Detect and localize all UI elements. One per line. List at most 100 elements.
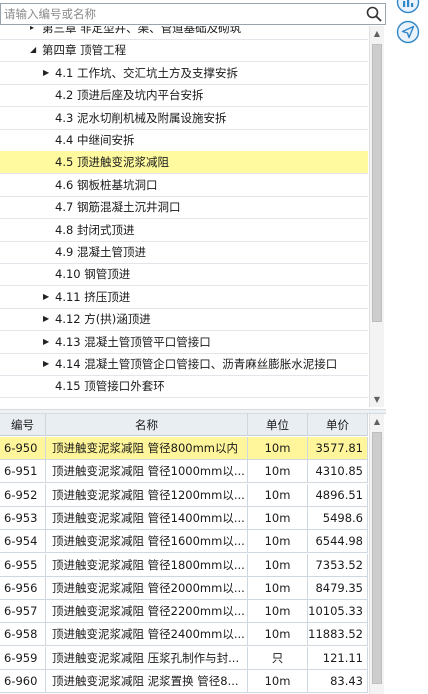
table-row[interactable]: 6-953 顶进触变泥浆减阻 管径1400mm以... 10m 5498.6 (0, 507, 368, 530)
cell-unit: 10m (248, 600, 308, 622)
cell-unit: 只 (248, 647, 308, 669)
search-box[interactable] (0, 3, 386, 25)
chart-icon[interactable] (396, 0, 420, 14)
search-icon[interactable] (365, 5, 383, 23)
tree-item[interactable]: ▶ 4.14 混凝土管顶管企口管接口、沥青麻丝膨胀水泥接口 (0, 353, 368, 375)
cell-code: 6-950 (0, 437, 46, 459)
tree-item[interactable]: ◢ 第四章 顶管工程 (0, 39, 368, 61)
cell-unit: 10m (248, 670, 308, 692)
tree-item[interactable]: ▸ 第三章 非定型井、渠、管道基础及砌筑 (0, 26, 368, 39)
header-name[interactable]: 名称 (46, 414, 248, 436)
cell-name: 顶进触变泥浆减阻 管径1400mm以... (46, 507, 248, 529)
tree-item-label: 4.6 钢板桩基坑洞口 (55, 178, 158, 192)
tree-item[interactable]: 4.2 顶进后座及坑内平台安拆 (0, 84, 368, 106)
expand-arrow-icon[interactable]: ▶ (43, 286, 49, 308)
cell-name: 顶进触变泥浆减阻 管径2000mm以... (46, 577, 248, 599)
tree-item[interactable]: 4.6 钢板桩基坑洞口 (0, 174, 368, 196)
header-code[interactable]: 编号 (0, 414, 46, 436)
table-row[interactable]: 6-951 顶进触变泥浆减阻 管径1000mm以... 10m 4310.85 (0, 460, 368, 483)
cell-price: 8479.35 (308, 577, 368, 599)
quota-table: 编号 名称 单位 单价 6-950 顶进触变泥浆减阻 管径800mm以内 10m 35… (0, 414, 386, 694)
search-input[interactable] (4, 6, 356, 22)
cell-code: 6-958 (0, 623, 46, 645)
table-scroll-up-icon[interactable]: ▲ (370, 414, 384, 429)
table-row[interactable]: 6-959 顶进触变泥浆减阻 压浆孔制作与封... 只 121.11 (0, 647, 368, 670)
tree-item-label: 4.14 混凝土管顶管企口管接口、沥青麻丝膨胀水泥接口 (55, 357, 338, 371)
header-unit[interactable]: 单位 (248, 414, 308, 436)
table-row[interactable]: 6-957 顶进触变泥浆减阻 管径2200mm以... 10m 10105.33 (0, 600, 368, 623)
expand-arrow-icon[interactable]: ▶ (43, 308, 49, 330)
tree-item-label: 4.11 挤压顶进 (55, 290, 131, 304)
cell-unit: 10m (248, 530, 308, 552)
tree-item-label: 4.12 方(拱)涵顶进 (55, 312, 151, 326)
tree-scrollbar[interactable]: ▲ ▼ (369, 26, 384, 407)
cell-name: 顶进触变泥浆减阻 管径1800mm以... (46, 554, 248, 576)
expand-arrow-icon[interactable]: ▶ (43, 331, 49, 353)
cell-unit: 10m (248, 623, 308, 645)
cell-unit: 10m (248, 437, 308, 459)
cell-name: 顶进触变泥浆减阻 压浆孔制作与封... (46, 647, 248, 669)
table-row[interactable]: 6-960 顶进触变泥浆减阻 泥浆置换 管径8... 10m 83.43 (0, 670, 368, 693)
cell-code: 6-953 (0, 507, 46, 529)
cell-name: 顶进触变泥浆减阻 泥浆置换 管径8... (46, 670, 248, 692)
cell-name: 顶进触变泥浆减阻 管径800mm以内 (46, 437, 248, 459)
tree-item-label: 4.15 顶管接口外套环 (55, 379, 165, 393)
cell-price: 121.11 (308, 647, 368, 669)
tree-item[interactable]: 4.10 钢管顶进 (0, 263, 368, 285)
cell-price: 7353.52 (308, 554, 368, 576)
cell-unit: 10m (248, 484, 308, 506)
tree-item[interactable]: ▶ 4.11 挤压顶进 (0, 286, 368, 308)
cell-name: 顶进触变泥浆减阻 管径1600mm以... (46, 530, 248, 552)
cell-unit: 10m (248, 460, 308, 482)
cell-code: 6-954 (0, 530, 46, 552)
tree-item[interactable]: 4.8 封闭式顶进 (0, 219, 368, 241)
tree-item-label: 4.13 混凝土管顶管平口管接口 (55, 335, 211, 349)
tree-item-label: 第三章 非定型井、渠、管道基础及砌筑 (42, 26, 242, 35)
cell-unit: 10m (248, 554, 308, 576)
table-row[interactable]: 6-954 顶进触变泥浆减阻 管径1600mm以... 10m 6544.98 (0, 530, 368, 553)
cell-code: 6-959 (0, 647, 46, 669)
table-row[interactable]: 6-952 顶进触变泥浆减阻 管径1200mm以... 10m 4896.51 (0, 484, 368, 507)
table-scrollbar-thumb[interactable] (372, 432, 382, 684)
table-row[interactable]: 6-958 顶进触变泥浆减阻 管径2400mm以... 10m 11883.52 (0, 623, 368, 646)
navigate-icon[interactable] (396, 20, 420, 44)
table-row[interactable]: 6-955 顶进触变泥浆减阻 管径1800mm以... 10m 7353.52 (0, 554, 368, 577)
scroll-down-icon[interactable]: ▼ (370, 392, 384, 407)
table-row[interactable]: 6-950 顶进触变泥浆减阻 管径800mm以内 10m 3577.81 (0, 437, 368, 460)
tree-item-label: 4.4 中继间安拆 (55, 133, 135, 147)
table-row[interactable]: 6-956 顶进触变泥浆减阻 管径2000mm以... 10m 8479.35 (0, 577, 368, 600)
tree-item-label: 4.2 顶进后座及坑内平台安拆 (55, 88, 204, 102)
chapter-tree[interactable]: ▸ 第三章 非定型井、渠、管道基础及砌筑 ◢ 第四章 顶管工程 ▶ 4.1 工作坑、交汇坑… (0, 26, 386, 409)
tree-item[interactable]: 4.3 泥水切削机械及附属设施安拆 (0, 107, 368, 129)
expand-arrow-icon[interactable]: ▸ (30, 26, 34, 39)
cell-code: 6-955 (0, 554, 46, 576)
tree-item[interactable]: 4.7 钢筋混凝土沉井洞口 (0, 196, 368, 218)
scrollbar-thumb[interactable] (372, 44, 382, 322)
cell-code: 6-960 (0, 670, 46, 692)
table-scrollbar[interactable]: ▲ (369, 414, 384, 694)
expand-arrow-icon[interactable]: ▶ (43, 353, 49, 375)
tree-item[interactable]: 4.15 顶管接口外套环 (0, 375, 368, 397)
tree-divider (0, 397, 368, 398)
tree-item[interactable]: ▶ 4.13 混凝土管顶管平口管接口 (0, 331, 368, 353)
tree-item-label: 第四章 顶管工程 (42, 43, 127, 57)
cell-name: 顶进触变泥浆减阻 管径2200mm以... (46, 600, 248, 622)
cell-price: 10105.33 (308, 600, 368, 622)
cell-price: 4896.51 (308, 484, 368, 506)
tree-item-label: 4.5 顶进触变泥浆减阻 (55, 155, 169, 169)
expand-arrow-icon[interactable]: ▶ (43, 62, 49, 84)
tree-item[interactable]: ▶ 4.1 工作坑、交汇坑土方及支撑安拆 (0, 62, 368, 84)
header-price[interactable]: 单价 (308, 414, 368, 436)
tree-item[interactable]: 4.5 顶进触变泥浆减阻 (0, 151, 368, 173)
collapse-arrow-icon[interactable]: ◢ (30, 39, 36, 61)
tree-item[interactable]: ▶ 4.12 方(拱)涵顶进 (0, 308, 368, 330)
tree-item-label: 4.10 钢管顶进 (55, 267, 131, 281)
cell-code: 6-951 (0, 460, 46, 482)
tree-item[interactable]: 4.9 混凝土管顶进 (0, 241, 368, 263)
tree-item[interactable]: 4.4 中继间安拆 (0, 129, 368, 151)
table-header: 编号 名称 单位 单价 (0, 414, 368, 436)
scroll-up-icon[interactable]: ▲ (370, 26, 384, 41)
tree-item-label: 4.1 工作坑、交汇坑土方及支撑安拆 (55, 66, 238, 80)
cell-price: 11883.52 (308, 623, 368, 645)
cell-price: 4310.85 (308, 460, 368, 482)
